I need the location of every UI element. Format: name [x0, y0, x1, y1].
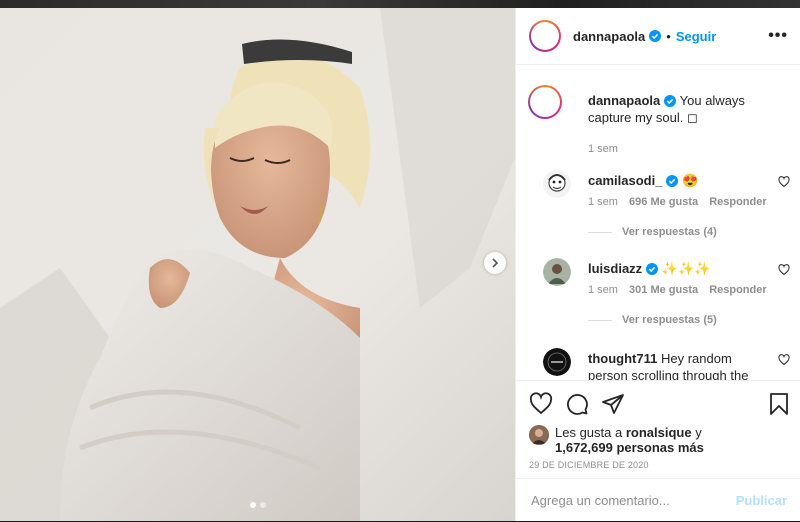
liker-username[interactable]: ronalsique [626, 425, 692, 440]
comment-username[interactable]: thought711 [588, 351, 657, 366]
verified-badge-icon [664, 95, 677, 107]
carousel-dot [260, 502, 266, 508]
view-replies-button[interactable]: Ver respuestas (5) [588, 314, 717, 326]
background-strip [0, 0, 800, 8]
comment-likes[interactable]: 301 Me gusta [629, 284, 698, 296]
comment-like-icon[interactable] [778, 354, 790, 366]
comment-reply-button[interactable]: Responder [709, 284, 766, 296]
save-bookmark-icon[interactable] [768, 392, 790, 416]
view-replies-button[interactable]: Ver respuestas (4) [588, 226, 717, 238]
author-username[interactable]: dannapaola [573, 29, 645, 44]
carousel-indicator [250, 502, 266, 508]
comment-likes[interactable]: 696 Me gusta [629, 196, 698, 208]
comment-reply-button[interactable]: Responder [709, 196, 766, 208]
comment-time[interactable]: 1 sem [588, 284, 618, 296]
comment-like-icon[interactable] [778, 176, 790, 188]
carousel-dot-active [250, 502, 256, 508]
follow-button[interactable]: Seguir [676, 29, 716, 44]
comment-username[interactable]: camilasodi_ [588, 173, 662, 188]
comment-text: ✨✨✨ [661, 261, 711, 276]
post-photo [0, 8, 515, 521]
carousel-next-button[interactable] [484, 252, 506, 274]
likes-prefix: Les gusta a [555, 425, 623, 440]
post-sidebar: dannapaola • Seguir ••• dannapaola You a… [515, 8, 800, 521]
author-avatar[interactable] [529, 20, 561, 52]
chevron-right-icon [492, 258, 499, 268]
share-icon[interactable] [601, 392, 625, 416]
view-replies-label: Ver respuestas (4) [622, 226, 717, 238]
post-actions: Les gusta a ronalsique y 1,672,699 perso… [516, 380, 800, 522]
comment-icon[interactable] [565, 392, 589, 416]
post-modal: dannapaola • Seguir ••• dannapaola You a… [0, 8, 800, 521]
comments-list[interactable]: dannapaola You always capture my soul. ◻… [516, 65, 800, 380]
likes-count[interactable]: 1,672,699 personas más [555, 440, 704, 455]
post-header: dannapaola • Seguir ••• [516, 8, 800, 65]
publish-button[interactable]: Publicar [736, 493, 787, 508]
verified-badge-icon [649, 30, 662, 42]
comment-input[interactable] [529, 492, 736, 509]
post-date[interactable]: 29 DE DICIEMBRE DE 2020 [529, 460, 649, 470]
more-options-icon[interactable]: ••• [768, 27, 788, 45]
comment-time[interactable]: 1 sem [588, 196, 618, 208]
view-replies-label: Ver respuestas (5) [622, 314, 717, 326]
verified-badge-icon [666, 175, 679, 187]
caption-avatar[interactable] [528, 85, 562, 119]
likes-joiner: y [695, 425, 702, 440]
comment-avatar[interactable] [543, 170, 571, 198]
like-icon[interactable] [529, 392, 553, 416]
caption-username[interactable]: dannapaola [588, 93, 660, 108]
liker-avatar[interactable] [529, 425, 549, 445]
comment-like-icon[interactable] [778, 264, 790, 276]
comment-text: 😍 [682, 173, 699, 188]
comment-username[interactable]: luisdiazz [588, 261, 642, 276]
post-media[interactable] [0, 8, 515, 521]
comment-avatar[interactable] [543, 348, 571, 376]
caption-time[interactable]: 1 sem [588, 141, 788, 158]
comment-avatar[interactable] [543, 258, 571, 286]
header-separator: • [666, 28, 671, 44]
add-comment-bar: Publicar [516, 478, 800, 522]
verified-badge-icon [646, 263, 659, 275]
